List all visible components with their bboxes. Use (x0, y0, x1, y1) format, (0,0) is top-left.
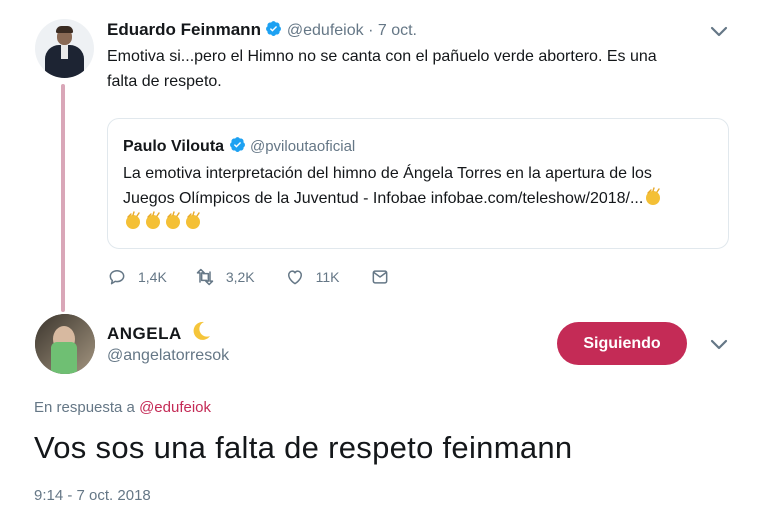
like-action[interactable]: 11K (285, 267, 340, 287)
clap-emoji (646, 187, 661, 205)
chevron-down-icon[interactable] (709, 338, 729, 352)
verified-icon (229, 137, 245, 152)
author-name[interactable]: Eduardo Feinmann (107, 20, 261, 39)
following-button[interactable]: Siguiendo (557, 322, 687, 365)
reply-tweet-text: Vos sos una falta de respeto feinmann (34, 430, 573, 465)
verified-icon (266, 21, 282, 36)
reply-timestamp[interactable]: 9:14 - 7 oct. 2018 (34, 487, 151, 504)
reply-author-handle[interactable]: @angelatorresok (107, 347, 229, 365)
reply-author-name-row: ANGELA (107, 320, 212, 344)
reply-to-prefix: En respuesta a (34, 399, 135, 416)
quoted-text-line2: Juegos Olímpicos de la Juventud - Infoba… (123, 190, 644, 207)
chevron-down-icon[interactable] (709, 25, 729, 39)
reply-author-name[interactable]: ANGELA (107, 324, 182, 343)
quoted-text-line1: La emotiva interpretación del himno de Á… (123, 165, 652, 182)
parent-tweet-header: Eduardo Feinmann @edufeiok · 7 oct. (107, 20, 417, 40)
tweet-date[interactable]: 7 oct. (378, 22, 417, 39)
reply-action[interactable]: 1,4K (107, 267, 167, 287)
parent-tweet-text-line1: Emotiva si...pero el Himno no se canta c… (107, 48, 657, 65)
reply-icon (109, 270, 125, 285)
reply-context: En respuesta a @edufeiok (34, 399, 211, 416)
parent-tweet-text: Emotiva si...pero el Himno no se canta c… (107, 44, 657, 94)
quoted-author-name: Paulo Vilouta (123, 138, 225, 155)
avatar-eduardo[interactable] (35, 19, 94, 78)
thread-connector-line (61, 84, 65, 312)
quoted-author-handle: @pviloutaoficial (249, 138, 356, 155)
reply-to-mention[interactable]: @edufeiok (139, 399, 211, 416)
quoted-tweet-card[interactable]: Paulo Vilouta @pviloutaoficial La emotiv… (107, 118, 729, 249)
clap-emoji (186, 211, 200, 229)
retweet-icon (196, 268, 214, 286)
clap-emoji (166, 211, 180, 229)
crescent-moon-emoji (193, 321, 211, 340)
separator-dot: · (368, 22, 374, 39)
message-action[interactable] (370, 267, 390, 287)
author-handle[interactable]: @edufeiok (287, 22, 364, 39)
retweet-action[interactable]: 3,2K (195, 267, 255, 287)
avatar-angela[interactable] (35, 314, 95, 374)
like-count: 11K (315, 269, 340, 285)
clap-emoji (146, 211, 160, 229)
retweet-count: 3,2K (225, 269, 255, 285)
quoted-tweet-header: Paulo Vilouta @pviloutaoficial (123, 136, 355, 156)
parent-tweet-text-line2: falta de respeto. (107, 73, 222, 90)
tweet-actions: 1,4K 3,2K 11K (107, 266, 390, 288)
reply-count: 1,4K (138, 269, 167, 285)
quoted-tweet-text: La emotiva interpretación del himno de Á… (123, 161, 663, 235)
message-icon (372, 270, 387, 284)
clap-emoji (126, 211, 140, 229)
like-icon (287, 270, 302, 285)
